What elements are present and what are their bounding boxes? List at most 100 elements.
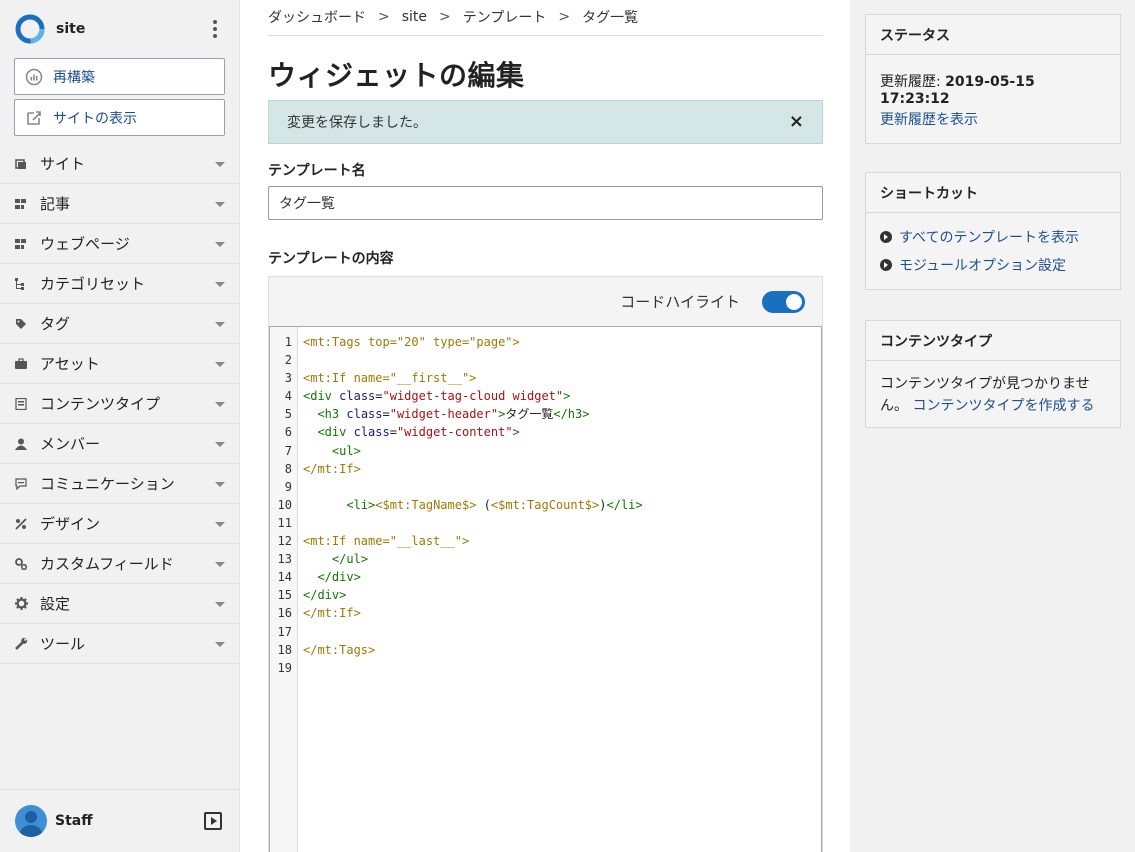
code-line[interactable]: <h3 class="widget-header">タグ一覧</h3> <box>303 405 821 423</box>
line-number: 10 <box>277 497 292 512</box>
breadcrumb-separator: > <box>378 8 390 25</box>
code-line[interactable]: <ul> <box>303 442 821 460</box>
chevron-down-icon[interactable] <box>215 602 225 607</box>
line-number: 12 <box>277 534 292 549</box>
code-line[interactable]: <mt:If name="__last__"> <box>303 532 821 550</box>
code-line[interactable]: <mt:If name="__first__"> <box>303 369 821 387</box>
sidebar-item-custom-fields[interactable]: カスタムフィールド <box>0 544 239 584</box>
line-number: 2 <box>284 353 292 368</box>
avatar[interactable] <box>15 805 47 837</box>
code-editor[interactable]: 1 2 3 4 5 6 7 8 9 10 11 12 13 14 15 16 17 18 19 <mt:Tags t… <box>269 326 822 852</box>
view-site-label: サイトの表示 <box>53 110 137 127</box>
sidebar-item-tags[interactable]: タグ <box>0 304 239 344</box>
chevron-down-icon[interactable] <box>215 442 225 447</box>
breadcrumb-dashboard[interactable]: ダッシュボード <box>268 7 366 27</box>
chevron-down-icon[interactable] <box>215 642 225 647</box>
more-menu-icon[interactable] <box>211 20 219 38</box>
asset-icon <box>14 357 28 371</box>
right-sidebar: ステータス 更新履歴: 2019-05-15 17:23:12 更新履歴を表示 … <box>850 0 1135 852</box>
template-name-input[interactable] <box>268 186 823 220</box>
sidebar-item-members[interactable]: メンバー <box>0 424 239 464</box>
chevron-down-icon[interactable] <box>215 362 225 367</box>
sidebar-header: site <box>0 0 239 58</box>
sidebar-item-tools[interactable]: ツール <box>0 624 239 664</box>
breadcrumb-separator: > <box>558 8 571 25</box>
rebuild-button[interactable]: 再構築 <box>14 58 225 95</box>
user-name[interactable]: Staff <box>55 813 93 829</box>
chevron-down-icon[interactable] <box>215 242 225 247</box>
code-highlight-toggle[interactable] <box>762 290 805 313</box>
history-link[interactable]: 更新履歴を表示 <box>880 112 978 128</box>
line-number: 16 <box>277 606 292 621</box>
sidebar-item-label: タグ <box>40 315 71 333</box>
code-content[interactable]: <mt:Tags top="20" type="page"> <mt:If na… <box>298 327 821 852</box>
chevron-down-icon[interactable] <box>215 322 225 327</box>
breadcrumb-templates[interactable]: テンプレート <box>463 7 547 27</box>
chevron-down-icon[interactable] <box>215 522 225 527</box>
code-line[interactable]: </ul> <box>303 550 821 568</box>
code-line[interactable]: <li><$mt:TagName$> (<$mt:TagCount$>)</li… <box>303 496 821 514</box>
sidebar-item-assets[interactable]: アセット <box>0 344 239 384</box>
module-options-link[interactable]: モジュールオプション設定 <box>880 255 1106 275</box>
chevron-down-icon[interactable] <box>215 282 225 287</box>
line-number: 4 <box>284 389 292 404</box>
site-logo-icon[interactable] <box>14 13 46 45</box>
code-line[interactable]: </mt:If> <box>303 460 821 478</box>
breadcrumb-separator: > <box>439 8 451 25</box>
sidebar-item-label: 設定 <box>40 595 71 613</box>
collapse-sidebar-icon[interactable] <box>204 812 222 830</box>
sidebar-item-communication[interactable]: コミュニケーション <box>0 464 239 504</box>
sidebar-item-design[interactable]: デザイン <box>0 504 239 544</box>
template-editor: コードハイライト 1 2 3 4 5 6 7 8 9 10 11 12 13 14 15 16 17 18 19 <… <box>268 276 823 852</box>
code-line[interactable] <box>303 514 821 532</box>
sidebar-item-settings[interactable]: 設定 <box>0 584 239 624</box>
alert-message: 変更を保存しました。 <box>287 115 427 131</box>
sidebar-item-pages[interactable]: ウェブページ <box>0 224 239 264</box>
template-name-label: テンプレート名 <box>268 163 366 179</box>
page-title: ウィジェットの編集 <box>268 59 525 92</box>
chevron-down-icon[interactable] <box>215 402 225 407</box>
chevron-down-icon[interactable] <box>215 482 225 487</box>
sidebar-item-site[interactable]: サイト <box>0 144 239 184</box>
code-line[interactable]: </div> <box>303 586 821 604</box>
template-content-label: テンプレートの内容 <box>268 251 394 267</box>
line-number: 9 <box>284 479 292 494</box>
code-line[interactable]: <mt:Tags top="20" type="page"> <box>303 333 821 351</box>
sidebar-item-entries[interactable]: 記事 <box>0 184 239 224</box>
breadcrumb-current: タグ一覧 <box>582 9 639 26</box>
sidebar-item-label: 記事 <box>40 195 71 213</box>
code-line[interactable] <box>303 478 821 496</box>
code-line[interactable]: </div> <box>303 568 821 586</box>
site-name[interactable]: site <box>56 21 85 37</box>
view-site-button[interactable]: サイトの表示 <box>14 99 225 136</box>
sidebar-item-label: ウェブページ <box>40 235 130 253</box>
content-type-icon <box>14 397 28 411</box>
sidebar-item-label: ツール <box>40 635 86 653</box>
wrench-icon <box>14 637 28 651</box>
code-line[interactable]: </mt:Tags> <box>303 641 821 659</box>
sidebar-item-content-types[interactable]: コンテンツタイプ <box>0 384 239 424</box>
code-line[interactable] <box>303 623 821 641</box>
close-icon[interactable]: × <box>789 113 804 131</box>
chevron-down-icon[interactable] <box>215 162 225 167</box>
shortcut-panel: ショートカット すべてのテンプレートを表示 モジュールオプション設定 <box>865 172 1121 290</box>
sidebar-item-label: メンバー <box>40 435 101 453</box>
sidebar-item-label: コミュニケーション <box>40 475 175 493</box>
code-line[interactable]: <div class="widget-tag-cloud widget"> <box>303 387 821 405</box>
member-icon <box>14 437 28 451</box>
line-number: 1 <box>284 335 292 349</box>
breadcrumb-site[interactable]: site <box>402 9 427 25</box>
chevron-down-icon[interactable] <box>215 562 225 567</box>
updated-label: 更新履歴: <box>880 74 941 90</box>
tag-icon <box>14 317 28 331</box>
create-content-type-link[interactable]: コンテンツタイプを作成する <box>912 398 1094 414</box>
arrow-circle-icon <box>880 259 892 271</box>
code-line[interactable]: <div class="widget-content"> <box>303 423 821 441</box>
code-line[interactable] <box>303 351 821 369</box>
all-templates-link[interactable]: すべてのテンプレートを表示 <box>880 227 1106 247</box>
code-line[interactable] <box>303 659 821 677</box>
code-line[interactable]: </mt:If> <box>303 604 821 622</box>
sidebar-item-category-sets[interactable]: カテゴリセット <box>0 264 239 304</box>
design-icon <box>14 517 28 531</box>
chevron-down-icon[interactable] <box>215 202 225 207</box>
